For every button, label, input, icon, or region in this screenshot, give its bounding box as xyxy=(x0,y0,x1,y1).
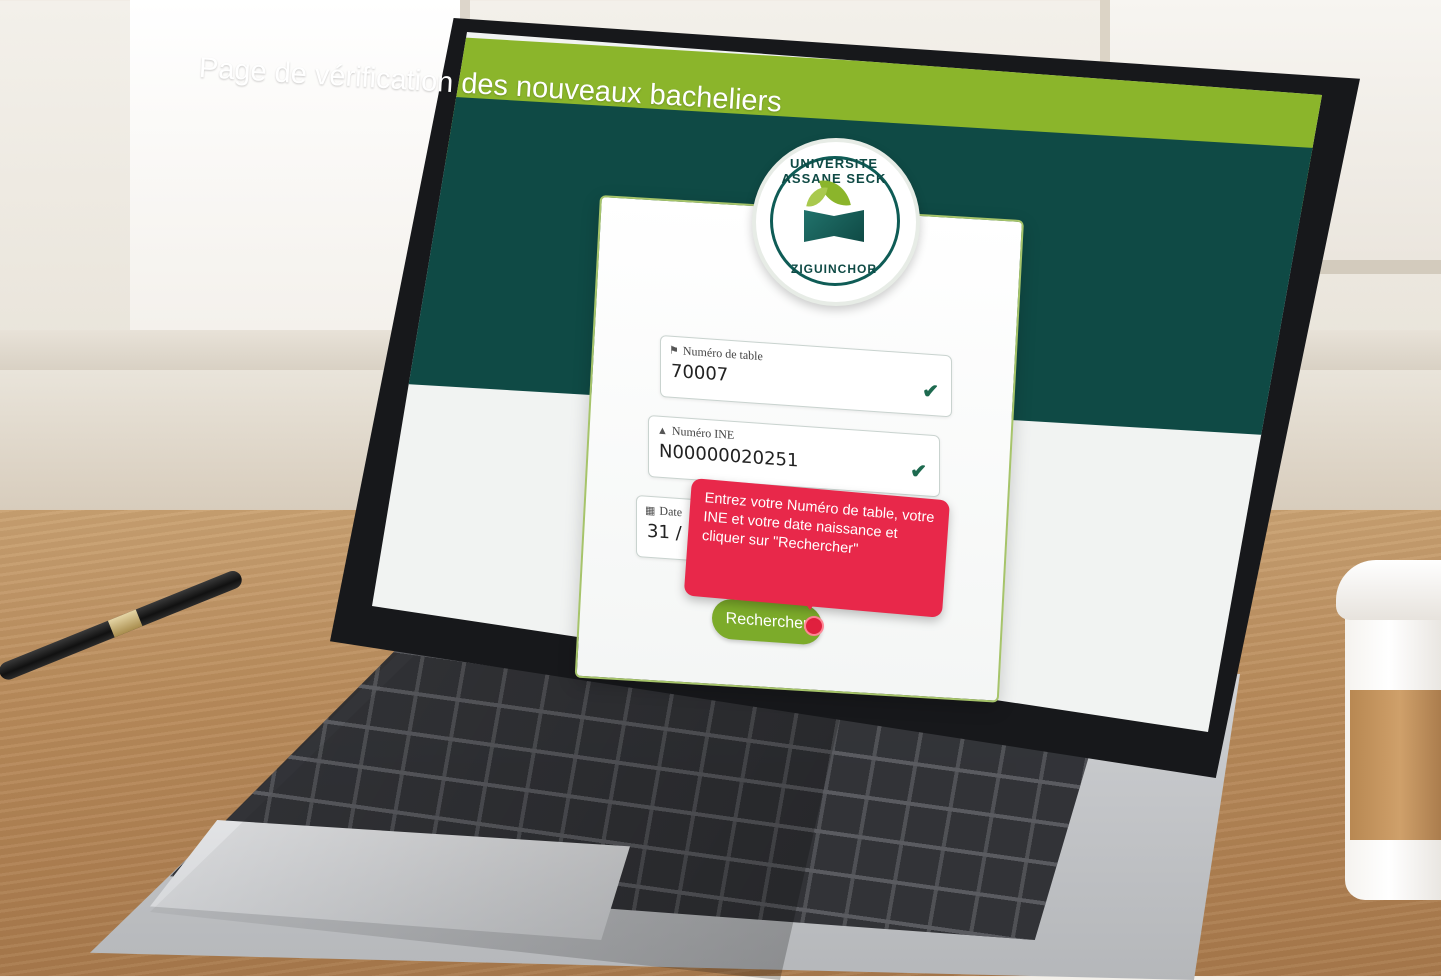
coffee-cup-sleeve xyxy=(1350,690,1441,840)
university-logo: UNIVERSITE ASSANE SECK ZIGUINCHOR xyxy=(752,138,920,306)
birth-date-label: Date xyxy=(659,503,683,520)
check-icon: ✔ xyxy=(910,460,927,484)
cursor-indicator xyxy=(804,616,824,636)
table-number-label: Numéro de table xyxy=(682,343,763,364)
table-number-value[interactable]: 70007 xyxy=(671,361,728,386)
graduation-cap-icon: ▲ xyxy=(657,424,668,438)
logo-bottom-text: ZIGUINCHOR xyxy=(791,262,877,276)
logo-top-text: UNIVERSITE ASSANE SECK xyxy=(781,156,887,186)
check-icon: ✔ xyxy=(922,380,939,404)
tag-icon: ⚑ xyxy=(669,344,679,358)
ine-label: Numéro INE xyxy=(671,423,735,443)
calendar-icon: ▦ xyxy=(645,504,656,518)
tooltip-tail xyxy=(800,596,820,610)
ine-value[interactable]: N00000020251 xyxy=(659,441,798,472)
coffee-cup-lid xyxy=(1336,560,1441,620)
